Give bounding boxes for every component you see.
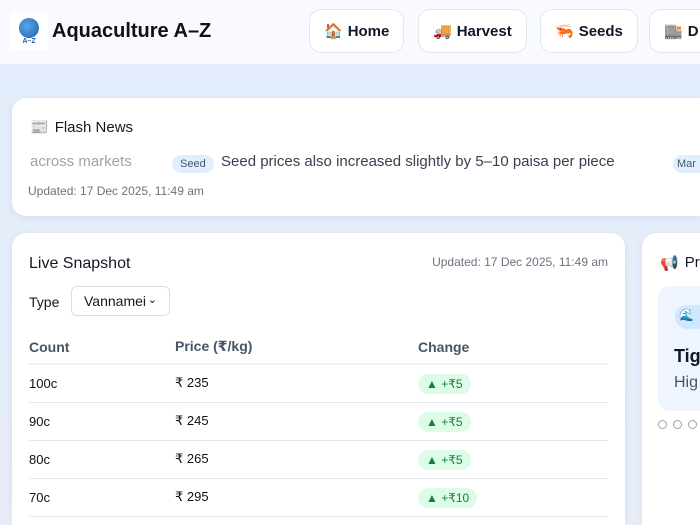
- snapshot-title: Live Snapshot: [29, 255, 131, 272]
- price-table: Count Price (₹/kg) Change 100c ₹ 235 ▲ +₹5…: [29, 330, 608, 517]
- cell-price: ₹ 235: [175, 364, 418, 403]
- change-badge: ▲ +₹10: [418, 487, 478, 508]
- nav-seeds[interactable]: 🦐 Seeds: [540, 9, 638, 53]
- shrimp-icon: 🦐: [555, 23, 574, 40]
- type-value: Vannamei: [84, 293, 147, 309]
- news-tag: Seed: [172, 155, 214, 173]
- table-row: 100c ₹ 235 ▲ +₹5: [29, 364, 608, 403]
- megaphone-icon: 📢: [660, 255, 679, 272]
- brand-title: Aquaculture A–Z: [52, 20, 212, 42]
- nav-label: Home: [347, 22, 390, 40]
- col-change: Change: [418, 330, 608, 365]
- col-price: Price (₹/kg): [175, 330, 418, 365]
- table-row: 70c ₹ 295 ▲ +₹10: [29, 478, 608, 517]
- cell-count: 100c: [29, 364, 175, 403]
- type-label: Type: [29, 294, 60, 310]
- change-badge: ▲ +₹5: [418, 449, 471, 470]
- promo-slide[interactable]: 🌊 Tig Hig: [658, 286, 700, 411]
- logo-icon: [19, 17, 39, 38]
- carousel-dot[interactable]: [688, 420, 697, 429]
- newspaper-icon: 📰: [30, 119, 49, 136]
- logo-text: A–Z: [22, 37, 36, 45]
- nav-label: Seeds: [578, 22, 623, 40]
- live-snapshot-card: Live Snapshot Updated: 17 Dec 2025, 11:4…: [12, 233, 625, 525]
- slide-title: Tig: [674, 346, 700, 366]
- cell-change: ▲ +₹5: [418, 402, 608, 441]
- cell-count: 70c: [29, 478, 175, 517]
- cell-count: 90c: [29, 402, 175, 441]
- news-item: Seed prices also increased slightly by 5…: [221, 153, 615, 170]
- flash-news-title: Flash News: [54, 118, 134, 136]
- change-badge: ▲ +₹5: [418, 411, 471, 432]
- promo-card: 📢 Pr 🌊 Tig Hig: [642, 233, 700, 525]
- cell-change: ▲ +₹5: [418, 440, 608, 479]
- home-icon: 🏠: [324, 23, 343, 40]
- slide-subtitle: Hig: [674, 374, 699, 391]
- carousel-dot[interactable]: [658, 420, 667, 429]
- chevron-down-icon: ⌄: [147, 294, 157, 306]
- nav-label: D: [687, 22, 699, 40]
- cell-price: ₹ 245: [175, 402, 418, 441]
- nav-d[interactable]: 🏬 D: [649, 9, 700, 53]
- nav-harvest[interactable]: 🚚 Harvest: [418, 9, 527, 53]
- cell-price: ₹ 265: [175, 440, 418, 479]
- flash-news-card: 📰 Flash News across markets Seed Seed pri…: [12, 98, 700, 216]
- cell-change: ▲ +₹10: [418, 478, 608, 517]
- carousel-dot[interactable]: [673, 420, 682, 429]
- cell-price: ₹ 295: [175, 478, 418, 517]
- header: A–Z Aquaculture A–Z 🏠 Home 🚚 Harvest 🦐 Seed…: [0, 0, 700, 65]
- nav-label: Harvest: [456, 22, 512, 40]
- type-select[interactable]: Vannamei ⌄: [71, 286, 170, 316]
- change-badge: ▲ +₹5: [418, 373, 471, 394]
- truck-icon: 🚚: [433, 23, 452, 40]
- store-icon: 🏬: [664, 23, 683, 40]
- promo-title: Pr: [684, 254, 700, 271]
- news-tag: Mar: [673, 155, 700, 173]
- snapshot-updated: Updated: 17 Dec 2025, 11:49 am: [432, 255, 608, 269]
- news-item: across markets: [30, 153, 132, 170]
- cell-count: 80c: [29, 440, 175, 479]
- col-count: Count: [29, 330, 175, 365]
- wave-icon: 🌊: [675, 305, 700, 329]
- table-row: 80c ₹ 265 ▲ +₹5: [29, 440, 608, 479]
- logo[interactable]: A–Z: [10, 12, 48, 50]
- flash-updated: Updated: 17 Dec 2025, 11:49 am: [28, 184, 204, 198]
- cell-change: ▲ +₹5: [418, 364, 608, 403]
- nav-home[interactable]: 🏠 Home: [309, 9, 405, 53]
- table-row: 90c ₹ 245 ▲ +₹5: [29, 402, 608, 441]
